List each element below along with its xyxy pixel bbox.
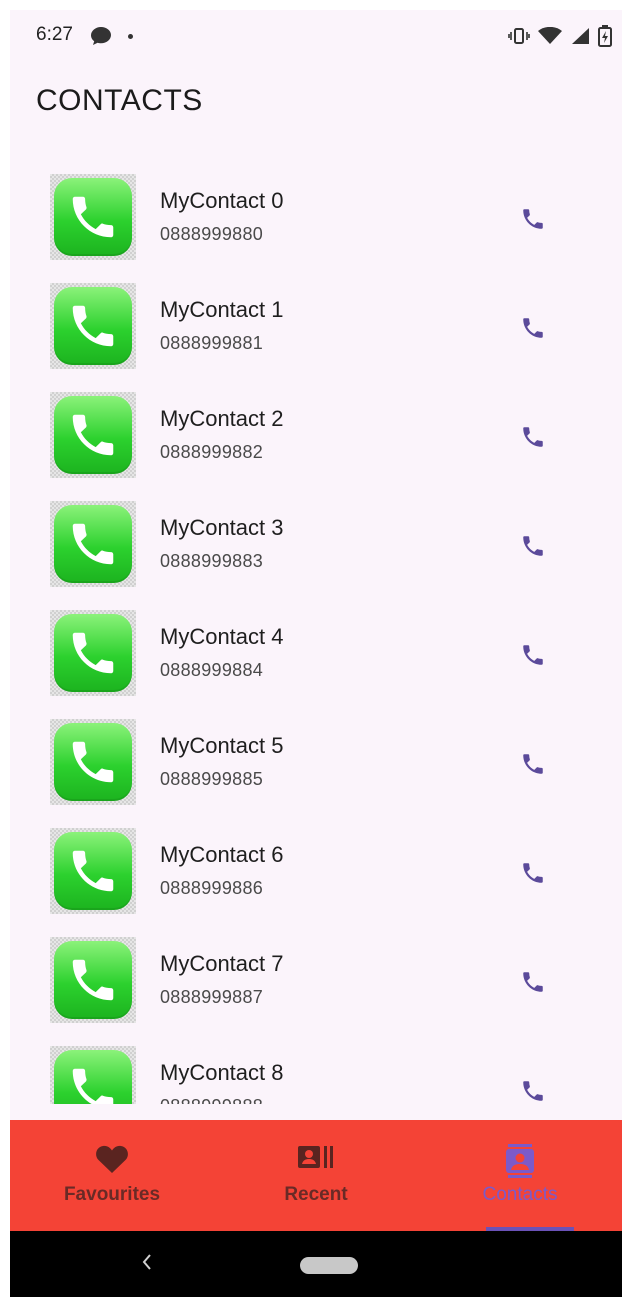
contact-row[interactable]: MyContact 2 0888999882 <box>10 386 622 495</box>
call-icon[interactable] <box>520 1078 546 1104</box>
nav-item-contacts[interactable]: Contacts <box>418 1120 622 1231</box>
contact-name: MyContact 3 <box>160 515 284 540</box>
status-bar: 6:27 <box>10 10 622 58</box>
contact-row[interactable]: MyContact 4 0888999884 <box>10 604 622 713</box>
phone-app-icon <box>54 178 132 256</box>
contact-row[interactable]: MyContact 7 0888999887 <box>10 931 622 1040</box>
wifi-icon <box>538 27 562 44</box>
nav-label-contacts: Contacts <box>482 1184 558 1205</box>
recent-icon <box>297 1144 335 1177</box>
contact-number: 0888999888 <box>160 1096 263 1104</box>
vibrate-icon <box>508 28 530 44</box>
contact-number: 0888999880 <box>160 224 264 244</box>
message-notification-icon <box>90 26 112 51</box>
call-icon[interactable] <box>520 533 546 559</box>
phone-app-icon <box>54 396 132 474</box>
contact-number: 0888999885 <box>160 769 264 789</box>
contact-name: MyContact 0 <box>160 188 284 213</box>
page-title: CONTACTS <box>36 84 203 117</box>
contact-avatar <box>50 174 136 260</box>
contact-row[interactable]: MyContact 3 0888999883 <box>10 495 622 604</box>
contact-avatar <box>50 610 136 696</box>
call-icon[interactable] <box>520 206 546 232</box>
call-icon[interactable] <box>520 642 546 668</box>
contact-avatar <box>50 828 136 914</box>
nav-item-favourites[interactable]: Favourites <box>10 1120 214 1231</box>
contact-name: MyContact 7 <box>160 951 284 976</box>
contact-avatar <box>50 1046 136 1104</box>
call-icon[interactable] <box>520 860 546 886</box>
contact-name: MyContact 6 <box>160 842 284 867</box>
contact-name: MyContact 8 <box>160 1060 284 1085</box>
contact-name: MyContact 5 <box>160 733 284 758</box>
nav-label-favourites: Favourites <box>63 1184 161 1205</box>
contact-number: 0888999887 <box>160 987 264 1007</box>
contact-number: 0888999884 <box>160 660 264 680</box>
contact-row[interactable]: MyContact 1 0888999881 <box>10 277 622 386</box>
contact-row[interactable]: MyContact 8 0888999888 <box>10 1040 622 1104</box>
phone-app-icon <box>54 832 132 910</box>
phone-screen: 6:27 CONTACTS MyContact 0 0888999880 MyCon… <box>10 10 622 1297</box>
status-icons <box>508 25 612 47</box>
call-icon[interactable] <box>520 315 546 341</box>
contact-row[interactable]: MyContact 0 0888999880 <box>10 168 622 277</box>
phone-app-icon <box>54 941 132 1019</box>
contact-avatar <box>50 501 136 587</box>
contact-number: 0888999886 <box>160 878 264 898</box>
contact-avatar <box>50 719 136 805</box>
phone-app-icon <box>54 614 132 692</box>
contact-avatar <box>50 283 136 369</box>
phone-app-icon <box>54 1050 132 1104</box>
phone-app-icon <box>54 505 132 583</box>
phone-app-icon <box>54 723 132 801</box>
status-time: 6:27 <box>36 24 73 45</box>
nav-item-recent[interactable]: Recent <box>214 1120 418 1231</box>
contact-name: MyContact 4 <box>160 624 284 649</box>
heart-icon <box>95 1144 129 1179</box>
bottom-navigation: Favourites Recent Contacts <box>10 1120 622 1231</box>
contact-name: MyContact 2 <box>160 406 284 431</box>
contacts-icon <box>505 1144 535 1183</box>
back-icon[interactable] <box>140 1251 154 1278</box>
call-icon[interactable] <box>520 424 546 450</box>
contact-number: 0888999881 <box>160 333 264 353</box>
contact-number: 0888999883 <box>160 551 264 571</box>
notification-dot-icon <box>128 34 133 39</box>
home-button[interactable] <box>300 1257 358 1274</box>
contact-row[interactable]: MyContact 6 0888999886 <box>10 822 622 931</box>
contacts-list[interactable]: MyContact 0 0888999880 MyContact 1 08889998… <box>10 168 622 1104</box>
contact-number: 0888999882 <box>160 442 264 462</box>
contact-avatar <box>50 392 136 478</box>
nav-label-recent: Recent <box>284 1184 348 1205</box>
battery-icon <box>598 25 612 47</box>
contact-name: MyContact 1 <box>160 297 284 322</box>
call-icon[interactable] <box>520 969 546 995</box>
phone-app-icon <box>54 287 132 365</box>
contact-avatar <box>50 937 136 1023</box>
contact-row[interactable]: MyContact 5 0888999885 <box>10 713 622 822</box>
call-icon[interactable] <box>520 751 546 777</box>
system-navigation-bar <box>10 1231 622 1297</box>
signal-icon <box>572 28 589 44</box>
